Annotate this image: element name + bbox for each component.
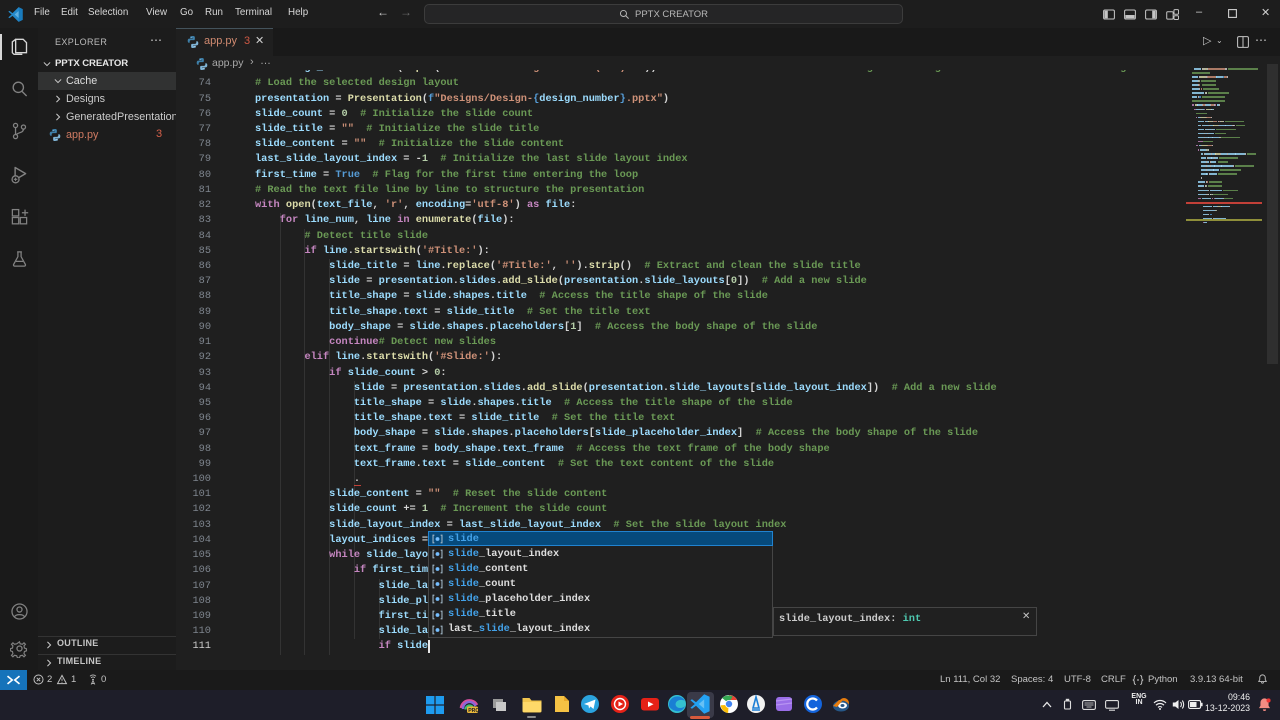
- svg-text:PRO: PRO: [468, 708, 479, 714]
